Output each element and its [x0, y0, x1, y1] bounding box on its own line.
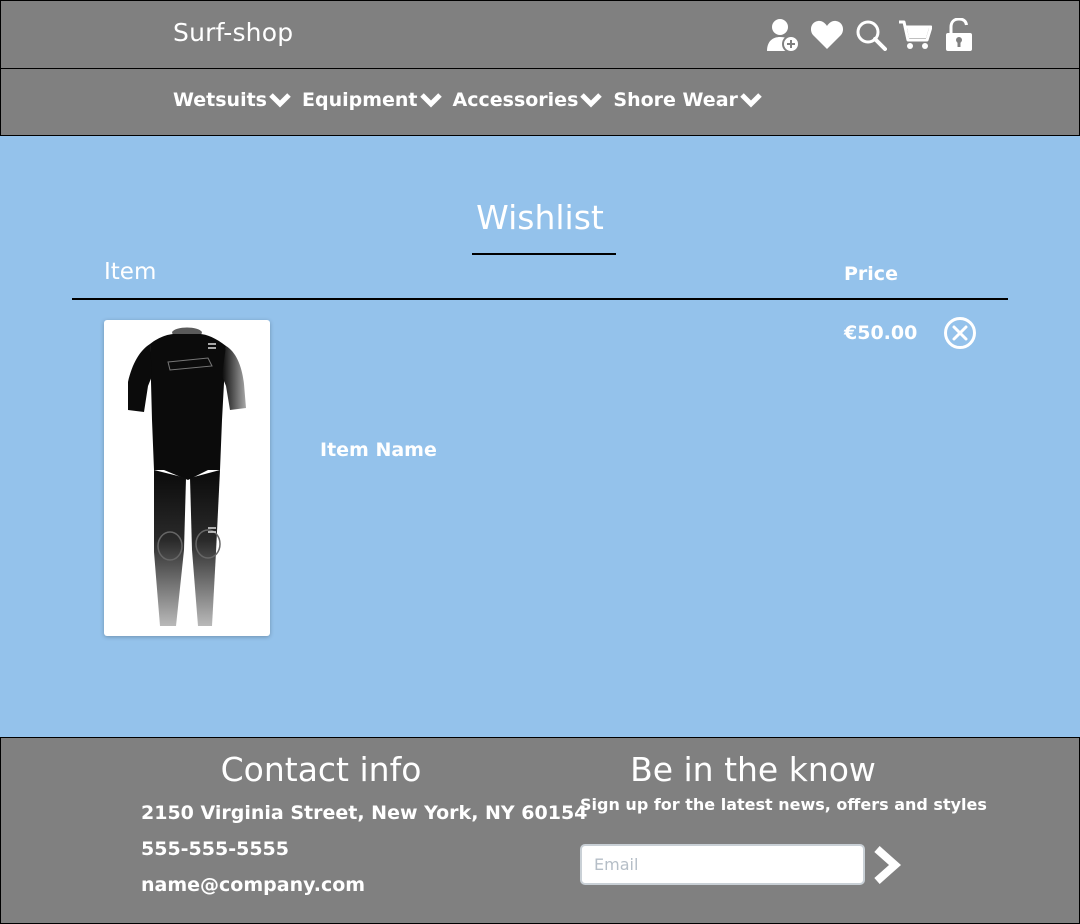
chevron-down-icon	[740, 93, 762, 108]
newsletter-email-input[interactable]	[580, 844, 865, 885]
heart-icon[interactable]	[809, 15, 845, 55]
search-icon[interactable]	[853, 15, 889, 55]
nav-item-equipment[interactable]: Equipment	[302, 89, 443, 111]
wetsuit-image	[128, 327, 246, 626]
item-name[interactable]: Item Name	[320, 439, 437, 461]
cart-icon[interactable]	[897, 15, 933, 55]
nav-item-wetsuits[interactable]: Wetsuits	[173, 89, 292, 111]
title-underline	[472, 253, 616, 255]
wishlist-section: Wishlist Item Price Item Name €50.00	[0, 136, 1080, 738]
chevron-right-icon	[874, 846, 902, 884]
nav-menu: Wetsuits Equipment Accessories Shore Wea…	[173, 89, 773, 111]
nav-item-label: Shore Wear	[613, 89, 738, 111]
contact-address: 2150 Virginia Street, New York, NY 60154	[141, 802, 588, 824]
newsletter-subtitle: Sign up for the latest news, offers and …	[580, 795, 987, 814]
nav-item-label: Equipment	[302, 89, 418, 111]
footer: Contact info 2150 Virginia Street, New Y…	[0, 737, 1080, 924]
contact-phone[interactable]: 555-555-5555	[141, 838, 289, 860]
brand-logo[interactable]: Surf-shop	[173, 18, 293, 47]
column-header-price: Price	[844, 263, 898, 285]
contact-email[interactable]: name@company.com	[141, 874, 365, 896]
page-title: Wishlist	[476, 198, 604, 237]
product-image[interactable]	[104, 320, 270, 636]
newsletter-heading: Be in the know	[630, 750, 876, 789]
close-circle-icon	[944, 317, 976, 349]
column-header-item: Item	[104, 259, 157, 285]
chevron-down-icon	[419, 93, 442, 108]
item-price: €50.00	[844, 322, 918, 344]
nav-item-label: Accessories	[452, 89, 579, 111]
chevron-down-icon	[269, 93, 291, 108]
chevron-down-icon	[580, 93, 603, 108]
nav-item-accessories[interactable]: Accessories	[453, 89, 604, 111]
top-header: Surf-shop	[0, 0, 1080, 69]
table-header-divider	[72, 298, 1008, 300]
contact-heading: Contact info	[220, 750, 422, 789]
main-nav: Wetsuits Equipment Accessories Shore Wea…	[0, 68, 1080, 136]
header-icons	[765, 15, 985, 55]
nav-item-label: Wetsuits	[173, 89, 267, 111]
lock-icon[interactable]	[941, 15, 977, 55]
nav-item-shore-wear[interactable]: Shore Wear	[613, 89, 763, 111]
newsletter-submit-button[interactable]	[871, 843, 905, 887]
remove-item-button[interactable]	[943, 316, 977, 350]
user-add-icon[interactable]	[765, 15, 801, 55]
